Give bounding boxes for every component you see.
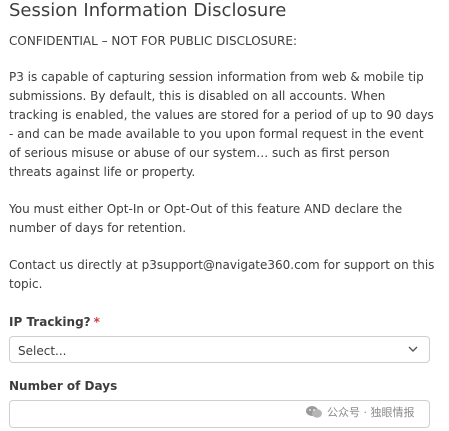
ip-tracking-select-value: Select... xyxy=(18,344,67,358)
chevron-down-icon xyxy=(408,346,418,352)
ip-tracking-select[interactable]: Select... xyxy=(9,336,430,363)
number-of-days-label: Number of Days xyxy=(9,379,118,393)
page-title: Session Information Disclosure xyxy=(9,0,287,21)
confidential-notice: CONFIDENTIAL – NOT FOR PUBLIC DISCLOSURE… xyxy=(9,34,298,48)
required-marker: * xyxy=(93,315,100,329)
watermark-text: 公众号 · 独眼情报 xyxy=(327,406,415,419)
ip-tracking-label: IP Tracking? * xyxy=(9,315,100,329)
disclosure-paragraph-capture: P3 is capable of capturing session infor… xyxy=(9,70,434,179)
watermark: 公众号 · 独眼情报 xyxy=(305,404,415,420)
disclosure-paragraph-opt-in: You must either Opt-In or Opt-Out of thi… xyxy=(9,202,403,235)
wechat-icon xyxy=(306,406,322,418)
disclosure-paragraph-contact: Contact us directly at p3support@navigat… xyxy=(9,258,435,291)
ip-tracking-label-text: IP Tracking? xyxy=(9,315,91,329)
